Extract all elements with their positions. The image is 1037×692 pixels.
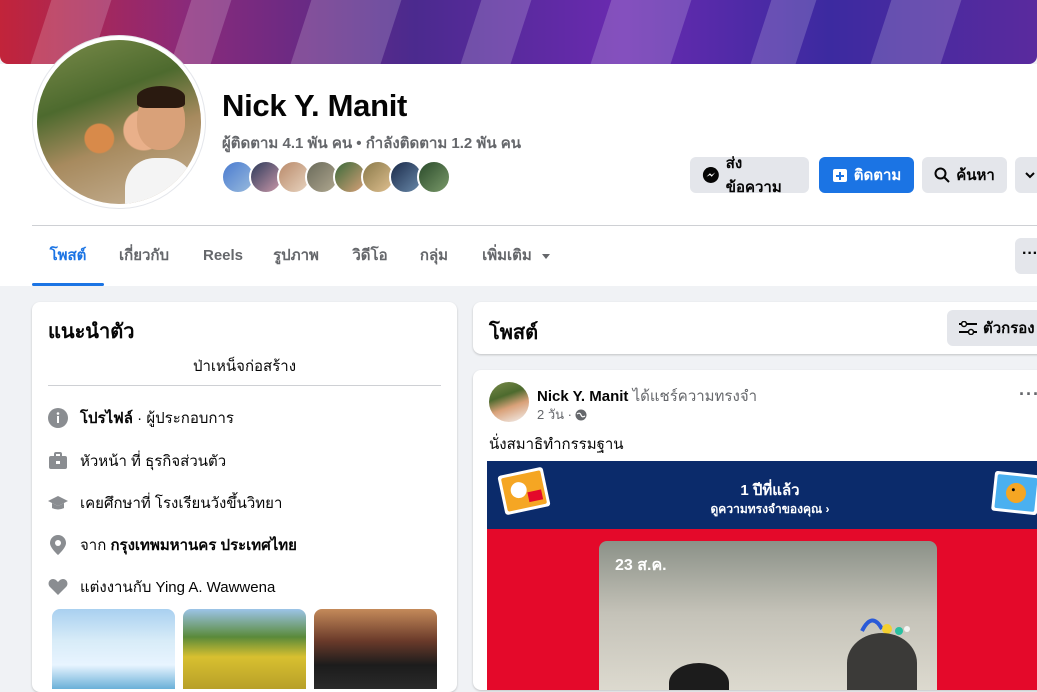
filter-icon — [959, 321, 977, 335]
more-actions-button[interactable] — [1015, 157, 1037, 193]
filter-button[interactable]: ตัวกรอง — [947, 310, 1037, 346]
chevron-down-icon — [1025, 172, 1035, 179]
tab-videos[interactable]: วิดีโอ — [346, 226, 394, 286]
info-education: เคยศึกษาที่ โรงเรียนวังขึ้นวิทยา — [48, 491, 282, 515]
tab-reels[interactable]: Reels — [198, 226, 248, 286]
featured-photo[interactable] — [314, 609, 437, 689]
posts-header-card: โพสต์ ตัวกรอง — [473, 302, 1037, 354]
memory-title: 1 ปีที่แล้ว — [740, 482, 800, 499]
follow-button[interactable]: ติดตาม — [819, 157, 914, 193]
profile-name: Nick Y. Manit — [222, 88, 408, 123]
memory-date: 23 ส.ค. — [615, 557, 667, 574]
search-icon — [934, 167, 950, 183]
info-profile: โปรไฟล์ · ผู้ประกอบการ — [48, 406, 234, 430]
memory-link[interactable]: ดูความทรงจำของคุณ › — [487, 500, 1037, 519]
header-divider — [32, 225, 1037, 226]
profile-avatar[interactable] — [37, 40, 201, 204]
post-card: Nick Y. Manit ได้แชร์ความทรงจำ 2 วัน · ·… — [473, 370, 1037, 690]
message-label: ส่งข้อความ — [725, 155, 782, 196]
tab-groups[interactable]: กลุ่ม — [416, 226, 452, 286]
search-label: ค้นหา — [956, 167, 995, 184]
tab-photos[interactable]: รูปภาพ — [268, 226, 324, 286]
married-to[interactable]: Ying A. Wawwena — [156, 579, 276, 596]
post-text: นั่งสมาธิทำกรรมฐาน — [489, 436, 624, 453]
post-action: ได้แชร์ความทรงจำ — [628, 388, 758, 405]
globe-icon — [575, 409, 587, 420]
info-relationship: แต่งงานกับ Ying A. Wawwena — [48, 575, 275, 599]
briefcase-icon — [48, 451, 68, 471]
friend-avatar[interactable] — [417, 160, 451, 194]
follower-stats[interactable]: ผู้ติดตาม 4.1 พัน คน • กำลังติดตาม 1.2 พ… — [222, 131, 521, 155]
location-pin-icon — [48, 535, 68, 555]
memory-background: 23 ส.ค. — [487, 529, 1037, 690]
memory-photo[interactable]: 23 ส.ค. — [599, 541, 937, 690]
featured-photo[interactable] — [183, 609, 306, 689]
post-options-button[interactable]: ··· — [1019, 384, 1037, 405]
message-button[interactable]: ส่งข้อความ — [690, 155, 809, 196]
tab-more[interactable]: เพิ่มเติม — [480, 226, 534, 286]
posts-title: โพสต์ — [489, 322, 539, 344]
profile-type: · ผู้ประกอบการ — [133, 410, 234, 427]
post-author-avatar[interactable] — [489, 382, 529, 422]
info-icon — [48, 408, 68, 428]
from-prefix: จาก — [80, 537, 111, 554]
intro-card: แนะนำตัว ป่าเหน็จก่อสร้าง โปรไฟล์ · ผู้ป… — [32, 302, 457, 692]
filter-label: ตัวกรอง — [983, 320, 1035, 337]
featured-photo[interactable] — [52, 609, 175, 689]
follow-icon — [832, 169, 847, 182]
info-work: หัวหน้า ที่ ธุรกิจส่วนตัว — [48, 449, 226, 473]
tab-options-button[interactable]: ··· — [1015, 238, 1037, 274]
married-prefix: แต่งงานกับ — [80, 579, 156, 596]
work-text: หัวหน้า ที่ ธุรกิจส่วนตัว — [80, 453, 227, 470]
intro-bio: ป่าเหน็จก่อสร้าง — [192, 358, 297, 375]
tab-posts[interactable]: โพสต์ — [32, 226, 104, 286]
info-hometown: จาก กรุงเทพมหานคร ประเทศไทย — [48, 533, 297, 557]
messenger-icon — [702, 167, 719, 183]
dropdown-arrow-icon — [542, 254, 550, 259]
shared-memory[interactable]: 1 ปีที่แล้ว ดูความทรงจำของคุณ › 23 ส.ค. — [487, 461, 1037, 690]
tab-about[interactable]: เกี่ยวกับ — [114, 226, 174, 286]
search-button[interactable]: ค้นหา — [922, 157, 1007, 193]
intro-title: แนะนำตัว — [48, 321, 135, 343]
from-place[interactable]: กรุงเทพมหานคร ประเทศไทย — [110, 537, 296, 554]
post-author-name[interactable]: Nick Y. Manit — [537, 388, 628, 405]
profile-label: โปรไฟล์ — [80, 410, 133, 427]
education-text: เคยศึกษาที่ โรงเรียนวังขึ้นวิทยา — [80, 495, 283, 512]
memory-sticker-right — [991, 470, 1037, 516]
bio-divider — [48, 385, 441, 386]
heart-icon — [48, 577, 68, 597]
post-time[interactable]: 2 วัน · — [537, 404, 572, 425]
post-meta: 2 วัน · — [537, 404, 587, 425]
graduation-cap-icon — [48, 493, 68, 513]
memory-banner: 1 ปีที่แล้ว ดูความทรงจำของคุณ › — [487, 461, 1037, 529]
follow-label: ติดตาม — [853, 167, 902, 184]
